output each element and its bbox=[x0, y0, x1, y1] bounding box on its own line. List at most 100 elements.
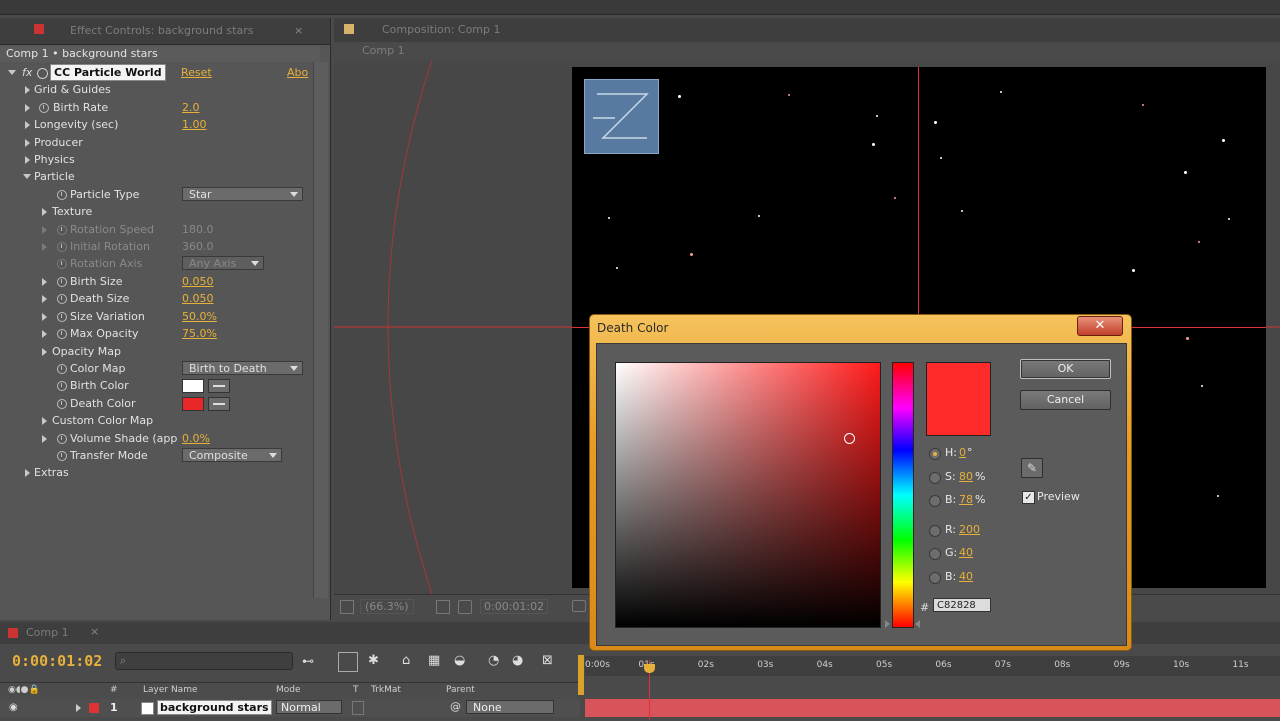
draft-3d-icon[interactable] bbox=[338, 652, 358, 672]
playhead-handle[interactable] bbox=[644, 664, 655, 673]
preserve-transparency-box[interactable] bbox=[352, 701, 364, 715]
composition-tab[interactable]: Composition: Comp 1 bbox=[334, 18, 1280, 42]
hue-radio[interactable] bbox=[929, 448, 941, 460]
expand-icon[interactable] bbox=[25, 121, 30, 129]
layer-duration-bar[interactable] bbox=[585, 699, 1280, 717]
birth-rate-row[interactable]: Birth Rate 2.0 bbox=[0, 99, 314, 116]
stopwatch-icon[interactable] bbox=[57, 312, 67, 322]
expand-icon[interactable] bbox=[42, 417, 47, 425]
expand-icon[interactable] bbox=[25, 139, 30, 147]
stopwatch-icon[interactable] bbox=[57, 329, 67, 339]
hue-slider-left-arrow[interactable] bbox=[885, 620, 890, 628]
parent-dropdown[interactable]: None bbox=[466, 700, 554, 714]
transfer-mode-row[interactable]: Transfer Mode Composite bbox=[0, 447, 314, 464]
hide-shy-layers-icon[interactable]: ✱ bbox=[368, 653, 379, 668]
cancel-button[interactable]: Cancel bbox=[1020, 390, 1111, 410]
eyedropper-icon[interactable] bbox=[208, 379, 230, 393]
mask-icon[interactable] bbox=[458, 600, 472, 614]
color-map-row[interactable]: Color Map Birth to Death bbox=[0, 360, 314, 377]
hex-input[interactable]: C82828 bbox=[933, 598, 991, 612]
eye-icon[interactable]: ◉ bbox=[9, 702, 18, 713]
custom-color-map-row[interactable]: Custom Color Map bbox=[0, 412, 314, 429]
death-color-swatch[interactable] bbox=[182, 397, 204, 411]
current-time-indicator[interactable] bbox=[644, 660, 655, 720]
preview-checkbox[interactable]: ✓ bbox=[1022, 491, 1035, 504]
expand-icon[interactable] bbox=[25, 86, 30, 94]
grid-icon[interactable] bbox=[436, 600, 450, 614]
producer-row[interactable]: Producer bbox=[0, 134, 314, 151]
particle-row[interactable]: Particle bbox=[0, 168, 314, 185]
live-update-icon[interactable]: ◕ bbox=[512, 653, 523, 668]
expand-icon[interactable] bbox=[25, 156, 30, 164]
composition-breadcrumb[interactable]: Comp 1 bbox=[334, 42, 1280, 60]
saturation-brightness-field[interactable] bbox=[615, 362, 881, 628]
motion-blur-icon[interactable]: ▦ bbox=[428, 653, 440, 668]
eyedropper-icon[interactable]: ✎ bbox=[1021, 458, 1043, 478]
effect-header-row[interactable]: fx CC Particle World Reset Abo bbox=[0, 64, 314, 81]
always-preview-icon[interactable] bbox=[340, 600, 354, 614]
expand-icon[interactable] bbox=[76, 704, 81, 712]
reset-link[interactable]: Reset bbox=[181, 64, 212, 81]
birth-color-swatch[interactable] bbox=[182, 379, 204, 393]
stopwatch-icon[interactable] bbox=[57, 277, 67, 287]
hue-slider[interactable] bbox=[892, 362, 914, 628]
physics-row[interactable]: Physics bbox=[0, 151, 314, 168]
birth-size-value[interactable]: 0.050 bbox=[182, 273, 214, 290]
longevity-row[interactable]: Longevity (sec) 1.00 bbox=[0, 116, 314, 133]
green-value[interactable]: 40 bbox=[959, 546, 973, 559]
comp-mini-flowchart-icon[interactable]: ⊷ bbox=[302, 654, 314, 668]
timeline-timecode[interactable]: 0:00:01:02 bbox=[12, 652, 102, 670]
ok-button[interactable]: OK bbox=[1020, 359, 1111, 379]
zoom-dropdown[interactable]: (66.3%) bbox=[360, 599, 414, 614]
texture-row[interactable]: Texture bbox=[0, 203, 314, 220]
stopwatch-icon[interactable] bbox=[57, 381, 67, 391]
breadcrumb-comp[interactable]: Comp 1 bbox=[362, 44, 405, 57]
pickwhip-icon[interactable]: @ bbox=[450, 700, 461, 713]
saturation-radio[interactable] bbox=[929, 472, 941, 484]
max-opacity-row[interactable]: Max Opacity 75.0% bbox=[0, 325, 314, 342]
blue-value[interactable]: 40 bbox=[959, 570, 973, 583]
dialog-close-button[interactable]: ✕ bbox=[1077, 316, 1123, 336]
about-link[interactable]: Abo bbox=[287, 64, 308, 81]
saturation-value[interactable]: 80 bbox=[959, 470, 973, 483]
transfer-mode-dropdown[interactable]: Composite bbox=[182, 448, 282, 462]
volume-shade-value[interactable]: 0.0% bbox=[182, 430, 210, 447]
stopwatch-icon[interactable] bbox=[57, 364, 67, 374]
opacity-map-row[interactable]: Opacity Map bbox=[0, 343, 314, 360]
col-layer-name[interactable]: Layer Name bbox=[143, 685, 198, 695]
expand-icon[interactable] bbox=[42, 435, 47, 443]
expand-icon[interactable] bbox=[42, 208, 47, 216]
time-ruler[interactable]: 0:00s01s02s03s04s05s06s07s08s09s10s11s bbox=[585, 656, 1280, 676]
color-cursor[interactable] bbox=[844, 433, 855, 444]
layer-label-color[interactable] bbox=[89, 703, 99, 713]
max-opacity-value[interactable]: 75.0% bbox=[182, 325, 217, 342]
color-map-dropdown[interactable]: Birth to Death bbox=[182, 361, 303, 375]
hue-value[interactable]: 0 bbox=[959, 446, 966, 459]
frame-blending-icon[interactable]: ⌂ bbox=[402, 653, 410, 668]
grid-guides-row[interactable]: Grid & Guides bbox=[0, 81, 314, 98]
blue-radio[interactable] bbox=[929, 572, 941, 584]
extras-row[interactable]: Extras bbox=[0, 464, 314, 481]
death-color-row[interactable]: Death Color bbox=[0, 395, 314, 412]
current-time-display[interactable]: 0:00:01:02 bbox=[480, 599, 549, 614]
effect-panel-scrollbar[interactable] bbox=[313, 62, 328, 598]
stopwatch-icon[interactable] bbox=[57, 294, 67, 304]
timeline-search-input[interactable]: ⌕ bbox=[115, 652, 293, 670]
effect-name[interactable]: CC Particle World bbox=[50, 64, 166, 81]
stopwatch-icon[interactable] bbox=[57, 190, 67, 200]
stopwatch-icon[interactable] bbox=[57, 434, 67, 444]
red-radio[interactable] bbox=[929, 525, 941, 537]
birth-color-row[interactable]: Birth Color bbox=[0, 377, 314, 394]
expand-icon[interactable] bbox=[25, 104, 30, 112]
tab-close-icon[interactable]: × bbox=[90, 625, 99, 638]
particle-type-dropdown[interactable]: Star bbox=[182, 187, 303, 201]
collapse-icon[interactable] bbox=[8, 70, 16, 75]
expand-icon[interactable] bbox=[42, 348, 47, 356]
effect-controls-tab[interactable]: Effect Controls: background stars × bbox=[0, 18, 330, 45]
stopwatch-icon[interactable] bbox=[57, 399, 67, 409]
expand-icon[interactable] bbox=[42, 278, 47, 286]
longevity-value[interactable]: 1.00 bbox=[182, 116, 207, 133]
brightness-radio[interactable] bbox=[929, 495, 941, 507]
snapshot-icon[interactable] bbox=[572, 600, 586, 612]
volume-shade-row[interactable]: Volume Shade (app 0.0% bbox=[0, 430, 314, 447]
